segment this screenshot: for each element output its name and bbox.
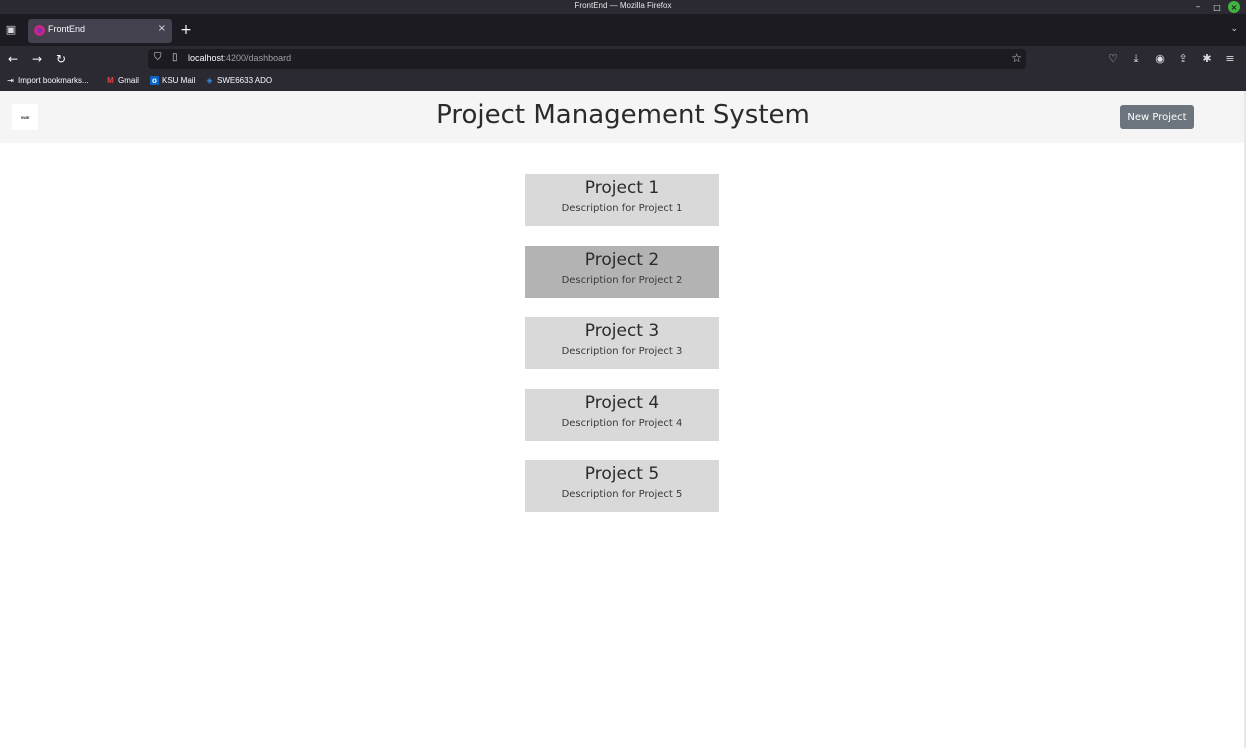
new-project-button[interactable]: New Project (1120, 105, 1194, 129)
pocket-icon[interactable]: ♡ (1105, 51, 1121, 67)
tab-strip: ▣ FrontEnd × + ⌄ (0, 14, 1246, 46)
url-host: localhost (188, 53, 224, 63)
bookmark-gmail[interactable]: M Gmail (106, 76, 139, 85)
page-title: Project Management System (436, 100, 810, 130)
page-icon[interactable]: ▯ (172, 52, 178, 63)
window-title: FrontEnd — Mozilla Firefox (574, 1, 672, 10)
outlook-icon: o (150, 76, 159, 85)
project-description: Description for Project 5 (561, 489, 683, 500)
chevron-down-icon[interactable]: ⌄ (1230, 24, 1238, 34)
gmail-icon: M (107, 76, 114, 85)
download-icon[interactable]: ⤓ (1128, 51, 1144, 67)
project-name: Project 4 (584, 392, 660, 413)
tab-title: FrontEnd (48, 24, 86, 34)
bookmark-import[interactable]: ⇥ Import bookmarks... (6, 76, 89, 85)
bookmark-swe6633-ado[interactable]: ◈ SWE6633 ADO (205, 76, 272, 85)
project-description: Description for Project 4 (561, 417, 683, 429)
tab-frontend[interactable]: FrontEnd × (28, 19, 172, 43)
tab-list-icon[interactable]: ▣ (4, 23, 18, 37)
page-viewport: SWE Project Management System New Projec… (0, 91, 1246, 748)
shield-icon[interactable]: ⛉ (154, 52, 162, 63)
address-bar[interactable]: ⛉ ▯ localhost:4200/dashboard ☆ (148, 49, 1026, 69)
project-description: Description for Project 2 (561, 274, 683, 286)
project-name: Project 1 (584, 178, 660, 198)
bookmark-label: SWE6633 ADO (217, 76, 273, 85)
bookmark-label: KSU Mail (162, 76, 196, 85)
bookmark-ksu-mail[interactable]: o KSU Mail (150, 76, 195, 85)
bookmark-star-icon[interactable]: ☆ (1011, 51, 1022, 65)
forward-arrow-icon[interactable]: → (29, 51, 45, 67)
account-icon[interactable]: ◉ (1152, 51, 1168, 67)
project-card-5[interactable]: Project 5 Description for Project 5 (525, 460, 719, 512)
close-window-icon[interactable]: × (1228, 1, 1240, 13)
project-card-4[interactable]: Project 4 Description for Project 4 (525, 388, 719, 441)
project-name: Project 5 (584, 464, 660, 484)
app-header: SWE Project Management System New Projec… (0, 91, 1246, 143)
project-description: Description for Project 1 (561, 203, 683, 214)
tab-close-icon[interactable]: × (158, 23, 166, 34)
project-name: Project 2 (584, 249, 660, 270)
bookmarks-bar: ⇥ Import bookmarks... M Gmail o KSU Mail… (0, 72, 1246, 91)
minimize-icon[interactable]: – (1193, 0, 1203, 14)
project-card-2[interactable]: Project 2 Description for Project 2 (525, 245, 719, 298)
back-arrow-icon[interactable]: ← (5, 51, 21, 67)
url-path: :4200/dashboard (223, 53, 292, 63)
project-card-1[interactable]: Project 1 Description for Project 1 (525, 174, 719, 226)
angular-favicon-icon (34, 25, 45, 36)
extensions-icon[interactable]: ✱ (1199, 51, 1215, 67)
bookmark-label: Gmail (118, 76, 139, 85)
project-description: Description for Project 3 (561, 346, 683, 357)
new-tab-icon[interactable]: + (178, 22, 194, 38)
project-list: Project 1 Description for Project 1 Proj… (525, 174, 719, 532)
reload-icon[interactable]: ↻ (53, 51, 69, 67)
window-titlebar: FrontEnd — Mozilla Firefox – □ × (0, 0, 1246, 14)
url-text[interactable]: localhost:4200/dashboard (188, 53, 291, 63)
navigation-toolbar: ← → ↻ ⛉ ▯ localhost:4200/dashboard ☆ ♡ ⤓… (0, 46, 1246, 72)
project-name: Project 3 (584, 321, 660, 341)
project-card-3[interactable]: Project 3 Description for Project 3 (525, 317, 719, 369)
maximize-icon[interactable]: □ (1212, 0, 1222, 14)
azure-devops-icon: ◈ (206, 76, 213, 85)
menu-icon[interactable]: ≡ (1222, 51, 1238, 67)
import-icon: ⇥ (7, 76, 14, 85)
bookmark-label: Import bookmarks... (18, 76, 89, 85)
share-icon[interactable]: ⇪ (1175, 51, 1191, 67)
